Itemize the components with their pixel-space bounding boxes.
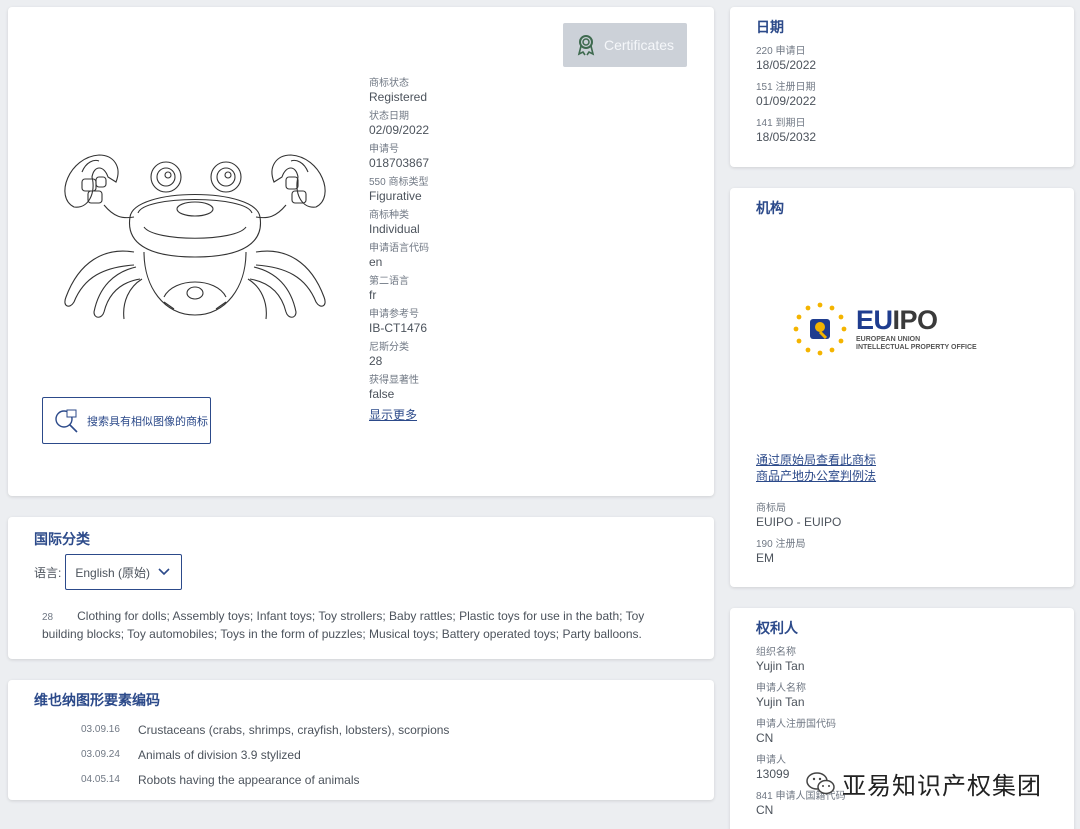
owner-applicant-name: 申请人名称 Yujin Tan [756, 683, 806, 709]
detail-second-language: 第二语言 fr [369, 276, 409, 302]
office-trademark-office: 商标局 EUIPO - EUIPO [756, 503, 842, 529]
certificates-button[interactable]: Certificates [563, 23, 687, 67]
vienna-title: 维也纳图形要素编码 [34, 692, 160, 708]
view-at-origin-office-link[interactable]: 通过原始局查看此商标 [756, 452, 876, 468]
dates-title: 日期 [756, 19, 784, 35]
office-title: 机构 [756, 200, 784, 216]
office-case-law-link[interactable]: 商品产地办公室判例法 [756, 468, 876, 484]
show-more-link[interactable]: 显示更多 [369, 407, 569, 423]
class-description: 28 Clothing for dolls; Assembly toys; Inf… [42, 608, 682, 643]
detail-status-date: 状态日期 02/09/2022 [369, 111, 430, 137]
list-item: 03.09.24 Animals of division 3.9 stylized [81, 742, 449, 767]
owner-title: 权利人 [756, 620, 798, 636]
date-registration: 151 注册日期 01/09/2022 [756, 82, 817, 108]
detail-nice-class: 尼斯分类 28 [369, 342, 409, 368]
language-select[interactable]: English (原始) [65, 554, 183, 590]
class-number: 28 [42, 612, 54, 623]
similar-image-search-label: 搜索具有相似图像的商标 [87, 415, 208, 428]
euipo-wordmark: EUIPO [856, 304, 938, 335]
date-expiry: 141 到期日 18/05/2032 [756, 118, 817, 144]
vienna-desc: Crustaceans (crabs, shrimps, crayfish, l… [138, 722, 450, 737]
euipo-logo: EUIPO EUROPEAN UNION INTELLECTUAL PROPERT… [790, 298, 1010, 360]
owner-organization: 组织名称 Yujin Tan [756, 647, 805, 673]
vienna-classification-card: 维也纳图形要素编码 03.09.16 Crustaceans (crabs, sh… [8, 680, 714, 800]
detail-mark-kind: 商标种类 Individual [369, 210, 420, 236]
vienna-code: 03.09.24 [81, 749, 120, 760]
detail-mark-type: 550 商标类型 Figurative [369, 177, 429, 203]
image-search-icon [55, 409, 78, 433]
vienna-desc: Animals of division 3.9 stylized [138, 747, 301, 762]
vienna-code: 04.05.14 [81, 774, 120, 785]
class-goods-text: Clothing for dolls; Assembly toys; Infan… [42, 609, 645, 641]
trademark-crab-image [64, 154, 326, 320]
euipo-stars-logo-icon [793, 302, 847, 356]
euipo-subtitle: EUROPEAN UNION INTELLECTUAL PROPERTY OFFI… [856, 335, 977, 351]
owner-registration-country: 申请人注册国代码 CN [756, 719, 836, 745]
date-filing: 220 申请日 18/05/2022 [756, 46, 817, 72]
dates-card: 日期 220 申请日 18/05/2022 151 注册日期 01/09/2022 … [730, 7, 1074, 167]
detail-acquired-distinctiveness: 获得显著性 false [369, 375, 419, 401]
watermark-text: 亚易知识产权集团 [842, 773, 1042, 800]
detail-reference-number: 申请参考号 IB-CT1476 [369, 309, 428, 335]
office-links: 通过原始局查看此商标 商品产地办公室判例法 [756, 452, 876, 484]
certificates-label: Certificates [603, 37, 675, 53]
office-registration-office: 190 注册局 EM [756, 539, 806, 565]
detail-application-number: 申请号 018703867 [369, 144, 430, 170]
office-fields: 商标局 EUIPO - EUIPO 190 注册局 EM [756, 502, 841, 574]
similar-image-search-button[interactable]: 搜索具有相似图像的商标 [42, 397, 211, 444]
classification-title: 国际分类 [34, 531, 90, 547]
wechat-icon [806, 771, 835, 794]
vienna-code: 03.09.16 [81, 724, 120, 735]
trademark-details: 商标状态 Registered 状态日期 02/09/2022 申请号 0187038… [369, 77, 569, 423]
detail-status: 商标状态 Registered [369, 78, 428, 104]
international-classification-card: 国际分类 语言: English (原始) 28 Clothing for dol… [8, 517, 714, 659]
detail-language-code: 申请语言代码 en [369, 243, 429, 269]
language-row: 语言: English (原始) [34, 554, 183, 590]
vienna-desc: Robots having the appearance of animals [138, 772, 360, 787]
list-item: 04.05.14 Robots having the appearance of … [81, 767, 449, 792]
language-select-value: English (原始) [75, 565, 151, 580]
list-item: 03.09.16 Crustaceans (crabs, shrimps, cra… [81, 717, 449, 742]
wechat-watermark: 亚易知识产权集团 [806, 766, 1042, 801]
language-label: 语言: [34, 565, 62, 580]
trademark-main-card: Certificates 搜索具有相似图像的商标 商标状态 Registered… [8, 7, 714, 496]
award-icon [577, 35, 595, 56]
office-card: 机构 EUIPO EUROPEAN UNION INTELLECTUAL PROP… [730, 188, 1074, 587]
vienna-list: 03.09.16 Crustaceans (crabs, shrimps, cra… [81, 717, 449, 792]
chevron-down-icon [158, 568, 170, 576]
